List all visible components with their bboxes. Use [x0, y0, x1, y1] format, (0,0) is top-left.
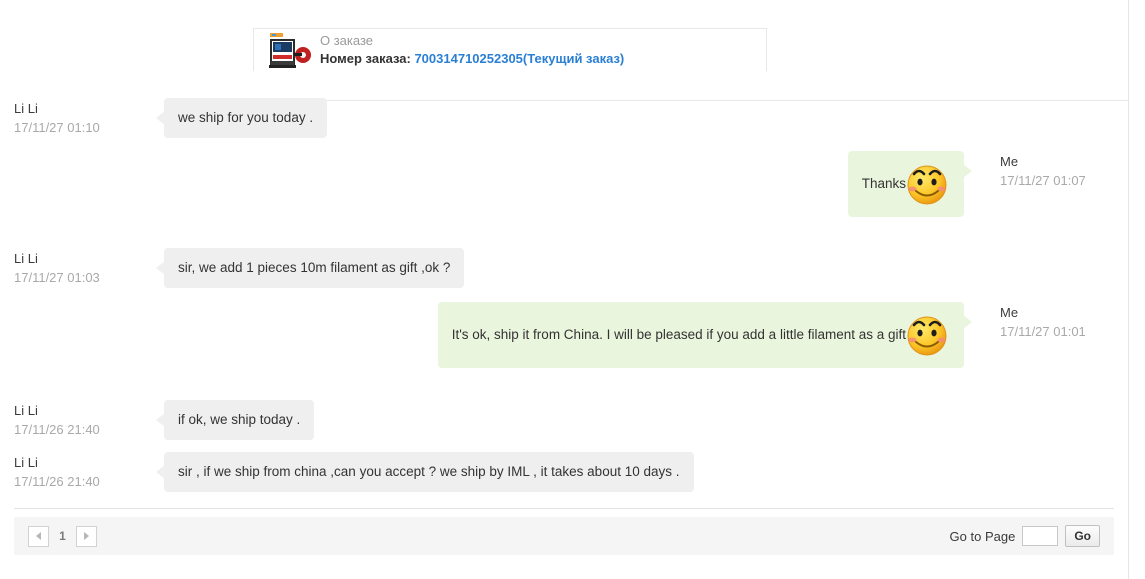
message-sender: Li Li: [14, 101, 38, 116]
goto-page-group: Go to Page Go: [950, 525, 1100, 547]
message-sender: Li Li: [14, 251, 38, 266]
message-sender: Me: [1000, 154, 1019, 169]
pagination-controls: 1: [28, 525, 97, 547]
message-meta: Li Li 17/11/27 01:10: [14, 98, 146, 138]
go-button[interactable]: Go: [1065, 525, 1100, 547]
message-content: if ok, we ship today .: [178, 410, 300, 430]
smiley-blush-emoji: [907, 165, 947, 205]
message-timestamp: 17/11/27 01:03: [14, 269, 100, 285]
message-meta: Me 17/11/27 01:01: [1000, 302, 1140, 342]
next-page-button[interactable]: [76, 525, 97, 547]
message-text: It's ok, ship it from China. I will be p…: [451, 326, 906, 342]
message-meta: Me 17/11/27 01:07: [1000, 151, 1140, 191]
panel-right-border: [1128, 0, 1129, 579]
message-timestamp: 17/11/27 01:10: [14, 119, 100, 135]
order-info-card[interactable]: О заказе Номер заказа: 700314710252305(Т…: [253, 28, 767, 71]
message-bubble[interactable]: Thanks: [847, 151, 973, 217]
chevron-right-icon: [84, 532, 89, 540]
message-timestamp: 17/11/27 01:07: [1000, 172, 1086, 188]
message-sender: Li Li: [14, 403, 38, 418]
message-text: sir , if we ship from china ,can you acc…: [178, 464, 680, 479]
order-number-value[interactable]: 700314710252305(Текущий заказ): [414, 51, 624, 66]
message-row: Li Li 17/11/27 01:03 sir, we add 1 pieces …: [14, 248, 465, 289]
order-header: О заказе Номер заказа: 700314710252305(Т…: [0, 28, 1128, 101]
message-timestamp: 17/11/26 21:40: [14, 473, 100, 489]
message-bubble[interactable]: sir , if we ship from china ,can you acc…: [156, 452, 694, 493]
message-text: sir, we add 1 pieces 10m filament as gif…: [178, 260, 451, 275]
message-meta: Li Li 17/11/26 21:40: [14, 452, 146, 492]
pager-divider: [14, 508, 1114, 509]
message-text: we ship for you today .: [178, 110, 314, 125]
smiley-blush-emoji: [907, 316, 947, 356]
message-bubble[interactable]: sir, we add 1 pieces 10m filament as gif…: [155, 248, 465, 289]
chat-panel: О заказе Номер заказа: 700314710252305(Т…: [0, 0, 1145, 579]
message-bubble[interactable]: we ship for you today .: [155, 98, 328, 139]
message-meta: Li Li 17/11/26 21:40: [14, 400, 146, 440]
current-page-number: 1: [59, 529, 66, 543]
chevron-left-icon: [36, 532, 41, 540]
message-row: Li Li 17/11/26 21:40 if ok, we ship today …: [14, 400, 315, 441]
message-thread: Li Li 17/11/27 01:10 we ship for you today…: [0, 84, 1128, 504]
message-row: Li Li 17/11/27 01:10 we ship for you today…: [14, 98, 328, 139]
goto-page-input[interactable]: [1022, 526, 1059, 546]
message-sender: Me: [1000, 305, 1019, 320]
message-timestamp: 17/11/26 21:40: [14, 421, 100, 437]
message-content: we ship for you today .: [178, 108, 313, 128]
message-meta: Li Li 17/11/27 01:03: [14, 248, 146, 288]
order-caption: О заказе: [320, 33, 374, 49]
message-text: if ok, we ship today .: [178, 412, 301, 427]
order-text-block: О заказе Номер заказа: 700314710252305(Т…: [320, 32, 624, 67]
message-sender: Li Li: [14, 455, 38, 470]
pagination-bar: 1 Go to Page Go: [14, 517, 1114, 555]
message-content: sir, we add 1 pieces 10m filament as gif…: [178, 258, 450, 278]
order-number-label: Номер заказа:: [320, 51, 411, 66]
order-number-line: Номер заказа: 700314710252305(Текущий за…: [320, 50, 624, 68]
message-row: Me 17/11/27 01:07 Thanks: [847, 151, 1086, 217]
message-row: Me 17/11/27 01:01 It's ok, ship it from Ch…: [437, 302, 1086, 368]
message-content: Thanks: [862, 161, 950, 207]
prev-page-button[interactable]: [28, 525, 49, 547]
goto-page-label: Go to Page: [949, 528, 1016, 544]
message-bubble[interactable]: It's ok, ship it from China. I will be p…: [437, 302, 973, 368]
3d-printer-product-thumbnail: [264, 31, 312, 69]
message-bubble[interactable]: if ok, we ship today .: [155, 400, 315, 441]
message-content: sir , if we ship from china ,can you acc…: [178, 462, 680, 482]
message-timestamp: 17/11/27 01:01: [1000, 323, 1086, 339]
message-content: It's ok, ship it from China. I will be p…: [452, 312, 950, 358]
message-text: Thanks: [861, 175, 906, 191]
message-row: Li Li 17/11/26 21:40 sir , if we ship from…: [14, 452, 694, 493]
